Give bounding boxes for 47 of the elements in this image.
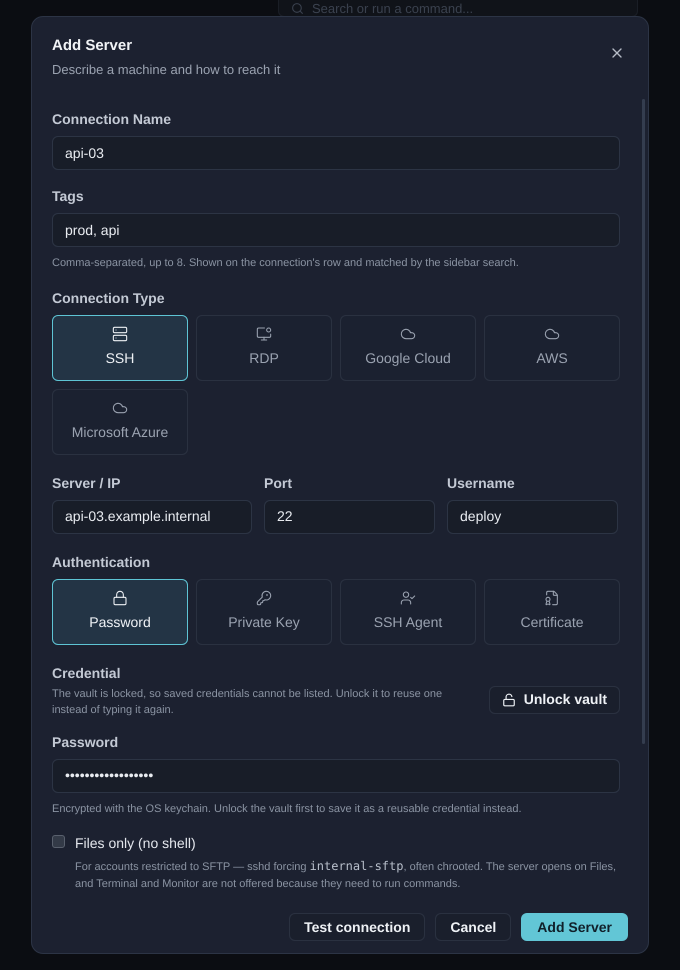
field-label: Connection Name [52, 110, 172, 129]
option-description: For accounts restricted to SFTP — sshd forcing internal-sftp, often chrooted. The server opens on Files, and Terminal and Monitor are not offered because they need to run commands. [75, 858, 618, 892]
field-label: Tags [52, 187, 85, 206]
input-field[interactable]: 22 [264, 500, 435, 534]
key-icon [256, 590, 272, 606]
field-label: Server / IP [52, 474, 122, 492]
field-label: Authentication [52, 552, 151, 572]
lock-icon [112, 590, 128, 606]
option-tile[interactable]: Password [52, 578, 188, 644]
input-field[interactable]: •••••••••••••••••• [52, 758, 620, 792]
dialog-subtitle: Describe a machine and how to reach it [52, 60, 280, 78]
option-tile[interactable]: AWS [484, 314, 620, 380]
vault-notice: The vault is locked, so saved credentials cannot be listed. Unlock it to reuse one instead of typing it again. [52, 686, 444, 718]
server-icon [112, 326, 128, 342]
dialog-title: Add Server [52, 36, 134, 56]
hint-text: Comma-separated, up to 8. Shown on the connection's row and matched by the sidebar search. [52, 256, 520, 271]
monitor-icon [256, 326, 272, 342]
option-tile[interactable]: SSH Agent [340, 578, 476, 644]
field-label: Credential [52, 664, 122, 682]
search-icon [291, 2, 304, 14]
field-label: Username [447, 474, 516, 492]
footer-button[interactable]: Test connection [289, 913, 426, 941]
footer-button[interactable]: Cancel [435, 913, 512, 941]
field-label: Port [264, 474, 293, 492]
input-field[interactable]: api-03.example.internal [52, 500, 252, 534]
cloud-icon [112, 400, 128, 416]
field-label: Password [52, 732, 120, 752]
footer-button[interactable]: Add Server [521, 913, 628, 941]
field-label: Connection Type [52, 288, 166, 308]
option-tile[interactable]: Google Cloud [340, 314, 476, 380]
option-tile[interactable]: Certificate [484, 578, 620, 644]
hint-text: Encrypted with the OS keychain. Unlock the vault first to save it as a reusable credential instead. [52, 802, 523, 816]
checkbox[interactable] [52, 835, 65, 848]
input-field[interactable]: deploy [447, 500, 618, 534]
cloud-icon [544, 326, 560, 342]
input-field[interactable]: prod, api [52, 213, 620, 247]
option-tile[interactable]: RDP [196, 314, 332, 380]
option-tile[interactable]: Microsoft Azure [52, 388, 188, 454]
option-tile[interactable]: Private Key [196, 578, 332, 644]
input-field[interactable]: api-03 [52, 136, 620, 170]
cloud-icon [400, 326, 416, 342]
file-badge-icon [544, 590, 560, 606]
unlock-icon [502, 692, 516, 706]
unlock-vault-button[interactable]: Unlock vault [488, 686, 620, 714]
user-check-icon [400, 590, 416, 606]
checkbox-label: Files only (no shell) [75, 834, 197, 853]
option-tile[interactable]: SSH [52, 314, 188, 380]
